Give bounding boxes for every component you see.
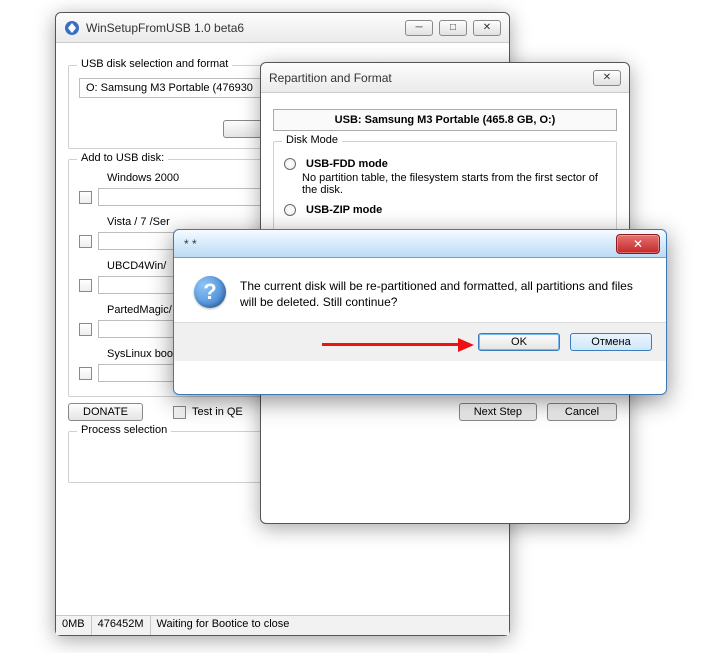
repartition-title: Repartition and Format [269, 71, 593, 85]
question-icon: ? [194, 276, 226, 308]
item-checkbox[interactable] [79, 279, 92, 292]
main-title: WinSetupFromUSB 1.0 beta6 [86, 21, 405, 35]
dialog-close-button[interactable]: ✕ [616, 234, 660, 254]
add-group-legend: Add to USB disk: [77, 152, 168, 164]
dialog-message: The current disk will be re-partitioned … [240, 276, 646, 310]
status-cell-msg: Waiting for Bootice to close [151, 616, 510, 635]
app-icon [64, 20, 80, 36]
usb-zip-radio[interactable] [284, 204, 296, 216]
minimize-button[interactable]: ─ [405, 20, 433, 36]
test-qemu-checkbox[interactable] [173, 406, 186, 419]
item-checkbox[interactable] [79, 323, 92, 336]
usb-fdd-desc: No partition table, the filesystem start… [302, 172, 606, 196]
item-label: Windows 2000 [107, 172, 179, 184]
usb-fdd-radio[interactable] [284, 158, 296, 170]
maximize-button[interactable]: □ [439, 20, 467, 36]
dialog-ok-button[interactable]: OK [478, 333, 560, 351]
usb-fdd-label: USB-FDD mode [306, 158, 388, 170]
disk-mode-legend: Disk Mode [282, 134, 342, 146]
status-cell-size: 0MB [56, 616, 92, 635]
usb-zip-label: USB-ZIP mode [306, 204, 382, 216]
status-bar: 0MB 476452M Waiting for Bootice to close [56, 615, 509, 635]
usb-drive-select[interactable]: O: Samsung M3 Portable (476930 [79, 78, 269, 98]
confirm-dialog: * * ✕ ? The current disk will be re-part… [173, 229, 667, 395]
main-titlebar[interactable]: WinSetupFromUSB 1.0 beta6 ─ □ ✕ [56, 13, 509, 43]
rep-close-button[interactable]: ✕ [593, 70, 621, 86]
donate-button[interactable]: DONATE [68, 403, 143, 421]
item-checkbox[interactable] [79, 191, 92, 204]
item-label: Vista / 7 /Ser [107, 216, 170, 228]
status-cell-total: 476452M [92, 616, 151, 635]
dialog-cancel-button[interactable]: Отмена [570, 333, 652, 351]
arrow-annotation [322, 337, 482, 353]
process-legend: Process selection [77, 424, 171, 436]
repartition-titlebar[interactable]: Repartition and Format ✕ [261, 63, 629, 93]
dialog-body: ? The current disk will be re-partitione… [174, 258, 666, 322]
test-qemu-label: Test in QE [192, 406, 243, 418]
dialog-footer: OK Отмена [174, 322, 666, 361]
next-step-button[interactable]: Next Step [459, 403, 537, 421]
rep-cancel-button[interactable]: Cancel [547, 403, 617, 421]
item-label: PartedMagic/ [107, 304, 172, 316]
usb-info-box: USB: Samsung M3 Portable (465.8 GB, O:) [273, 109, 617, 131]
item-label: UBCD4Win/ [107, 260, 166, 272]
item-checkbox[interactable] [79, 367, 92, 380]
close-button[interactable]: ✕ [473, 20, 501, 36]
usb-group-legend: USB disk selection and format [77, 58, 232, 70]
item-checkbox[interactable] [79, 235, 92, 248]
dialog-title: * * [184, 237, 616, 251]
dialog-titlebar[interactable]: * * ✕ [174, 230, 666, 258]
